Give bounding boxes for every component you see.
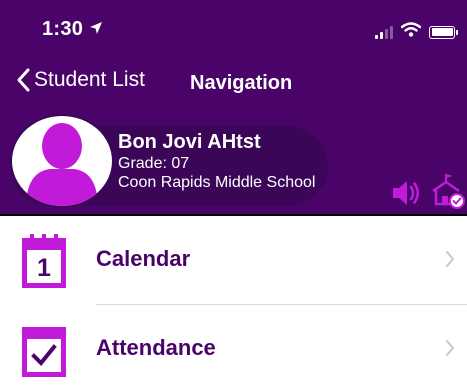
student-name: Bon Jovi AHtst: [118, 131, 261, 153]
back-button[interactable]: Student List: [16, 68, 145, 92]
app-header: 1:30 Student List Navigation Bon Jovi AH…: [0, 0, 467, 214]
calendar-day: 1: [37, 254, 51, 282]
menu-item-calendar[interactable]: 1 Calendar: [0, 216, 467, 304]
school-check-icon[interactable]: [430, 172, 466, 210]
location-arrow-icon: [89, 21, 103, 40]
signal-icon: [375, 25, 393, 39]
calendar-icon: 1: [20, 234, 68, 290]
chevron-right-icon: [445, 250, 455, 273]
attendance-icon: [20, 323, 68, 379]
avatar: [10, 114, 114, 208]
student-grade: Grade: 07: [118, 155, 190, 172]
page-title: Navigation: [190, 72, 293, 94]
back-button-label: Student List: [34, 68, 145, 91]
status-icons: [375, 22, 458, 42]
status-time: 1:30: [42, 18, 103, 41]
menu-item-label: Attendance: [96, 335, 216, 360]
student-school: Coon Rapids Middle School: [118, 174, 316, 191]
menu-item-attendance[interactable]: Attendance: [0, 305, 467, 392]
person-icon: [26, 123, 98, 206]
menu-item-label: Calendar: [96, 246, 191, 271]
chevron-right-icon: [445, 339, 455, 362]
chevron-left-icon: [17, 68, 30, 92]
battery-icon: [429, 25, 458, 39]
wifi-icon: [400, 22, 422, 42]
speaker-icon[interactable]: [390, 176, 424, 210]
